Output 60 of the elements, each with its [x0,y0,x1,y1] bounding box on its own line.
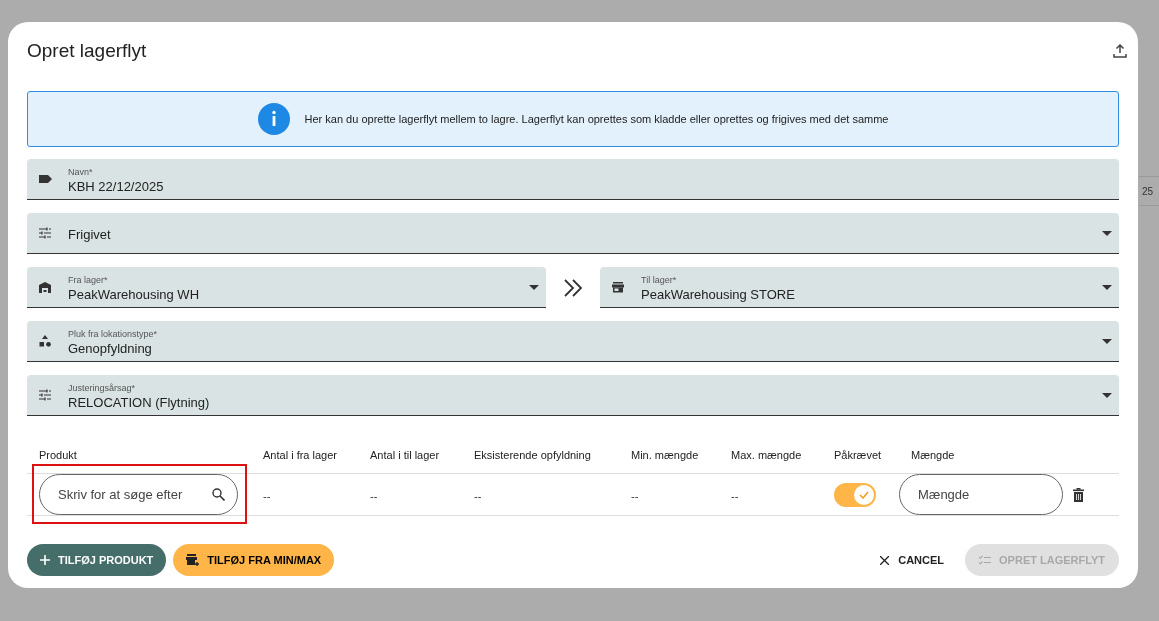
table-cell: -- [474,489,482,502]
store-add-icon [186,554,200,566]
quantity-field[interactable]: Mængde [899,474,1063,515]
dropdown-caret-icon [1102,338,1112,344]
close-icon [880,555,890,565]
column-header: Produkt [38,448,78,464]
cancel-button[interactable]: CANCEL [872,544,953,576]
table-cell: -- [263,489,271,502]
plus-icon [40,555,50,565]
sliders-icon [38,226,52,240]
upload-icon[interactable] [1113,44,1127,58]
dropdown-field[interactable]: Fra lager* PeakWarehousing WH [27,267,546,308]
column-header: Antal i til lager [369,448,441,464]
dialog-title: Opret lagerflyt [27,38,147,63]
field-label: Fra lager* [68,273,109,286]
table-cell: -- [370,489,378,502]
info-icon [257,103,290,135]
dropdown-caret-icon [529,284,539,290]
dropdown-field[interactable]: Pluk fra lokationstype* Genopfyldning [27,321,1119,362]
shapes-icon [38,334,52,348]
field-value: Genopfyldning [68,339,153,357]
tag-icon [38,172,52,186]
field-value: PeakWarehousing STORE [641,285,796,303]
required-toggle[interactable] [834,482,876,507]
store-icon [611,280,625,294]
add-product-button[interactable]: TILFØJ PRODUKT [27,544,167,576]
table-cell: -- [731,489,739,502]
dropdown-caret-icon [1102,230,1112,236]
product-search-field[interactable]: Skriv for at søge efter [39,474,238,515]
table-cell-text: 25 [1141,184,1154,199]
check-icon [859,490,869,499]
dropdown-field[interactable]: Til lager* PeakWarehousing STORE [600,267,1119,308]
field-label: Til lager* [641,273,678,286]
column-header: Antal i fra lager [262,448,338,464]
table-cell: -- [631,489,639,502]
add-from-min-max-button[interactable]: TILFØJ FRA MIN/MAX [173,544,335,576]
dropdown-field[interactable]: Frigivet [27,213,1119,254]
column-header: Mængde [910,448,956,464]
field-value: Frigivet [68,225,112,243]
double-chevron-icon [563,278,583,297]
sliders-icon [38,388,52,402]
field-value: KBH 22/12/2025 [68,177,165,195]
field-value: PeakWarehousing WH [68,285,200,303]
column-header: Min. mængde [630,448,700,464]
search-icon [212,488,225,501]
field-label: Pluk fra lokationstype* [68,327,159,340]
info-text: Her kan du oprette lagerflyt mellem to lagre. Lagerflyt kan oprettes som kladde eller oprettes og frigives med det samme [304,111,889,127]
column-header: Påkrævet [833,448,883,464]
column-header: Max. mængde [730,448,803,464]
dropdown-field[interactable]: Justeringsårsag* RELOCATION (Flytning) [27,375,1119,416]
trash-icon[interactable] [1073,487,1084,502]
warehouse-icon [38,280,52,294]
field-label: Navn* [68,165,94,178]
dropdown-caret-icon [1102,392,1112,398]
checklist-icon [979,555,992,565]
field-value: RELOCATION (Flytning) [68,393,211,411]
field-label: Justeringsårsag* [68,381,137,394]
column-header: Eksisterende opfyldning [473,448,592,464]
text-field[interactable]: Navn* KBH 22/12/2025 [27,159,1119,200]
dropdown-caret-icon [1102,284,1112,290]
